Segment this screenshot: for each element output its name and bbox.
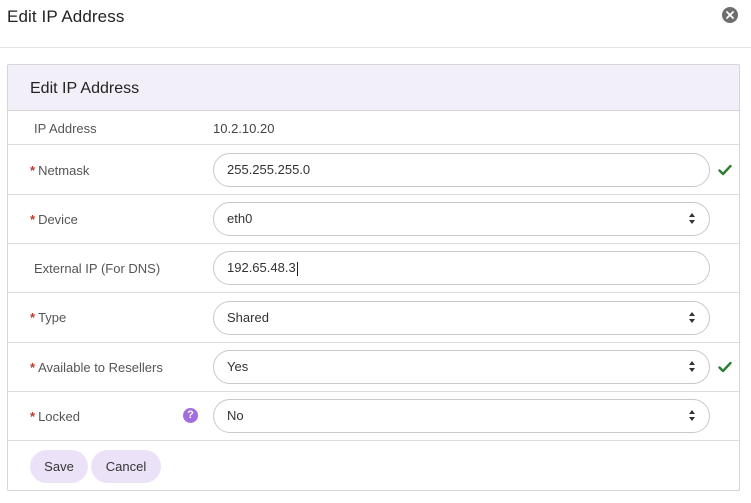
netmask-label: * Netmask xyxy=(30,163,89,178)
required-mark: * xyxy=(30,212,36,227)
required-mark: * xyxy=(30,310,36,325)
panel-header: Edit IP Address xyxy=(8,65,739,111)
netmask-field[interactable]: 255.255.255.0 xyxy=(213,153,710,187)
device-label: * Device xyxy=(30,212,78,227)
external-ip-value: 192.65.48.3 xyxy=(227,260,296,275)
locked-select[interactable]: No xyxy=(213,399,710,433)
device-label-text: Device xyxy=(38,212,78,227)
resellers-select-value: Yes xyxy=(227,359,249,374)
external-ip-field[interactable]: 192.65.48.3 xyxy=(213,251,710,285)
locked-label-text: Locked xyxy=(38,409,80,424)
help-icon[interactable]: ? xyxy=(183,408,198,423)
checkmark-icon xyxy=(718,361,732,373)
netmask-row: * Netmask 255.255.255.0 xyxy=(8,145,739,195)
cancel-button[interactable]: Cancel xyxy=(91,450,161,483)
required-mark: * xyxy=(30,360,36,375)
resellers-label: * Available to Resellers xyxy=(30,360,163,375)
select-caret-icon xyxy=(689,410,696,422)
locked-row: * Locked ? No xyxy=(8,392,739,441)
locked-select-value: No xyxy=(227,408,244,423)
required-mark: * xyxy=(30,163,36,178)
ip-address-value: 10.2.10.20 xyxy=(213,121,275,136)
resellers-label-text: Available to Resellers xyxy=(38,360,163,375)
type-label: * Type xyxy=(30,310,66,325)
text-cursor xyxy=(296,261,298,276)
resellers-select[interactable]: Yes xyxy=(213,350,710,384)
modal-title: Edit IP Address xyxy=(7,7,125,26)
device-select[interactable]: eth0 xyxy=(213,202,710,236)
select-caret-icon xyxy=(689,213,696,225)
device-row: * Device eth0 xyxy=(8,195,739,244)
device-select-value: eth0 xyxy=(227,211,253,226)
type-row: * Type Shared xyxy=(8,293,739,343)
close-icon[interactable] xyxy=(722,7,738,23)
save-button[interactable]: Save xyxy=(30,450,88,483)
type-select-value: Shared xyxy=(227,310,269,325)
modal-header: Edit IP Address xyxy=(0,0,751,48)
type-select[interactable]: Shared xyxy=(213,301,710,335)
select-caret-icon xyxy=(689,312,696,324)
locked-label: * Locked xyxy=(30,409,80,424)
netmask-label-text: Netmask xyxy=(38,163,90,178)
panel-title: Edit IP Address xyxy=(30,80,140,97)
resellers-row: * Available to Resellers Yes xyxy=(8,343,739,392)
checkmark-icon xyxy=(718,164,732,176)
type-label-text: Type xyxy=(38,310,67,325)
external-ip-label: External IP (For DNS) xyxy=(34,261,161,276)
external-ip-row: External IP (For DNS) 192.65.48.3 xyxy=(8,244,739,293)
ip-address-row: IP Address 10.2.10.20 xyxy=(8,111,739,145)
select-caret-icon xyxy=(689,361,696,373)
required-mark: * xyxy=(30,409,36,424)
ip-address-label: IP Address xyxy=(34,121,97,136)
edit-ip-panel: Edit IP Address IP Address 10.2.10.20 * N… xyxy=(7,64,740,491)
